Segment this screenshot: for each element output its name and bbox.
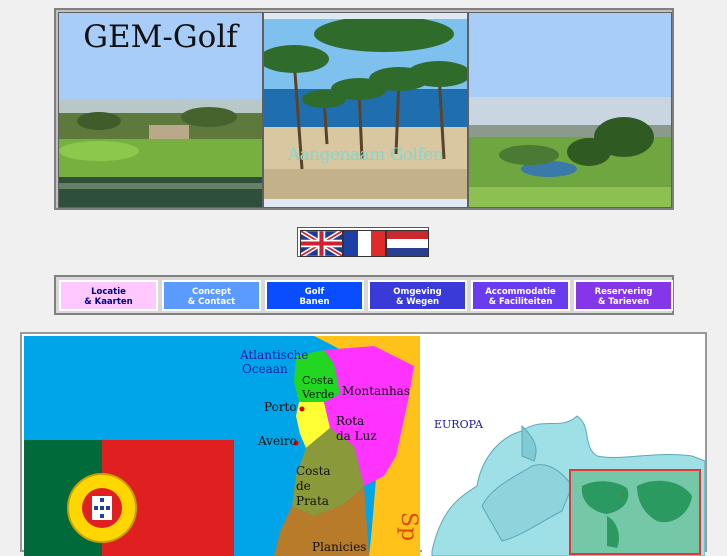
ocean-label-line2: Oceaan: [242, 362, 288, 376]
nav-omgeving-wegen[interactable]: Omgeving & Wegen: [368, 280, 467, 311]
nav-label-line2: & Kaarten: [84, 297, 133, 307]
nav-label-line1: Accommodatie: [485, 287, 556, 297]
nav-accommodatie-faciliteiten[interactable]: Accommodatie & Faciliteiten: [471, 280, 570, 311]
maps-section: Atlantische Oceaan Porto Aveiro Costa Ve…: [20, 332, 707, 556]
golf-course-photo-left: [59, 99, 262, 207]
nav-label-line2: & Tarieven: [597, 297, 650, 307]
region-name: da Luz: [336, 429, 377, 443]
nav-reservering-tarieven[interactable]: Reservering & Tarieven: [574, 280, 673, 311]
map-label-ocean: Atlantische Oceaan: [240, 348, 308, 376]
europe-map-graphic: I: [431, 415, 705, 556]
spain-label: Sp: [396, 511, 420, 542]
portugal-map-graphic: [24, 336, 420, 556]
banner-logo-panel: GEM-Golf: [58, 12, 263, 208]
nav-label-line2: & Contact: [187, 297, 236, 307]
region-name: Costa: [296, 464, 331, 478]
nav-label-line2: & Wegen: [395, 297, 440, 307]
region-label-montanhas: Montanhas: [342, 384, 410, 398]
nav-label-line2: & Faciliteiten: [488, 297, 553, 307]
nav-label-line1: Locatie: [91, 287, 126, 297]
dutch-flag-icon: [387, 231, 428, 256]
beach-palms-photo: [264, 19, 467, 199]
language-dutch[interactable]: [386, 230, 429, 257]
welcome-tagline: Aangenaam Golfen: [287, 145, 444, 165]
region-label-costa-verde: Costa Verde: [302, 374, 334, 402]
nav-golf-banen[interactable]: Golf Banen: [265, 280, 364, 311]
nav-locatie-kaarten[interactable]: Locatie & Kaarten: [59, 280, 158, 311]
nav-label-line1: Omgeving: [393, 287, 442, 297]
region-label-costa-de-prata: Costa de Prata: [296, 464, 331, 509]
portugal-map[interactable]: Atlantische Oceaan Porto Aveiro Costa Ve…: [24, 336, 420, 556]
uk-flag-icon: [301, 231, 342, 256]
svg-text:I: I: [622, 491, 624, 500]
city-label-aveiro: Aveiro: [258, 434, 297, 448]
region-label-rota-da-luz: Rota da Luz: [336, 414, 377, 444]
language-english[interactable]: [300, 230, 343, 257]
site-logo: GEM-Golf: [83, 19, 238, 55]
city-label-porto: Porto: [264, 400, 297, 414]
region-name: de: [296, 479, 311, 493]
main-navigation: Locatie & Kaarten Concept & Contact Golf…: [54, 275, 674, 315]
ocean-label-line1: Atlantische: [240, 348, 309, 362]
nav-label-line1: Concept: [191, 287, 232, 297]
language-selector: [297, 227, 429, 257]
region-name: Costa: [302, 374, 334, 387]
header-banner: GEM-Golf Aangenaam Golfen: [54, 8, 674, 210]
nav-label-line1: Reservering: [594, 287, 653, 297]
golf-course-photo-right: [469, 97, 671, 207]
region-name: Verde: [302, 388, 335, 401]
region-label-planicies: Planicies: [312, 540, 367, 554]
french-flag-icon: [344, 231, 385, 256]
region-name: Rota: [336, 414, 365, 428]
language-french[interactable]: [343, 230, 386, 257]
nav-label-line1: Golf: [304, 287, 325, 297]
banner-course-panel: [468, 12, 672, 208]
nav-concept-contact[interactable]: Concept & Contact: [162, 280, 261, 311]
banner-beach-panel: Aangenaam Golfen: [263, 12, 468, 208]
europe-map[interactable]: EUROPA I: [422, 336, 705, 556]
region-name: Prata: [296, 494, 329, 508]
nav-label-line2: Banen: [299, 297, 330, 307]
